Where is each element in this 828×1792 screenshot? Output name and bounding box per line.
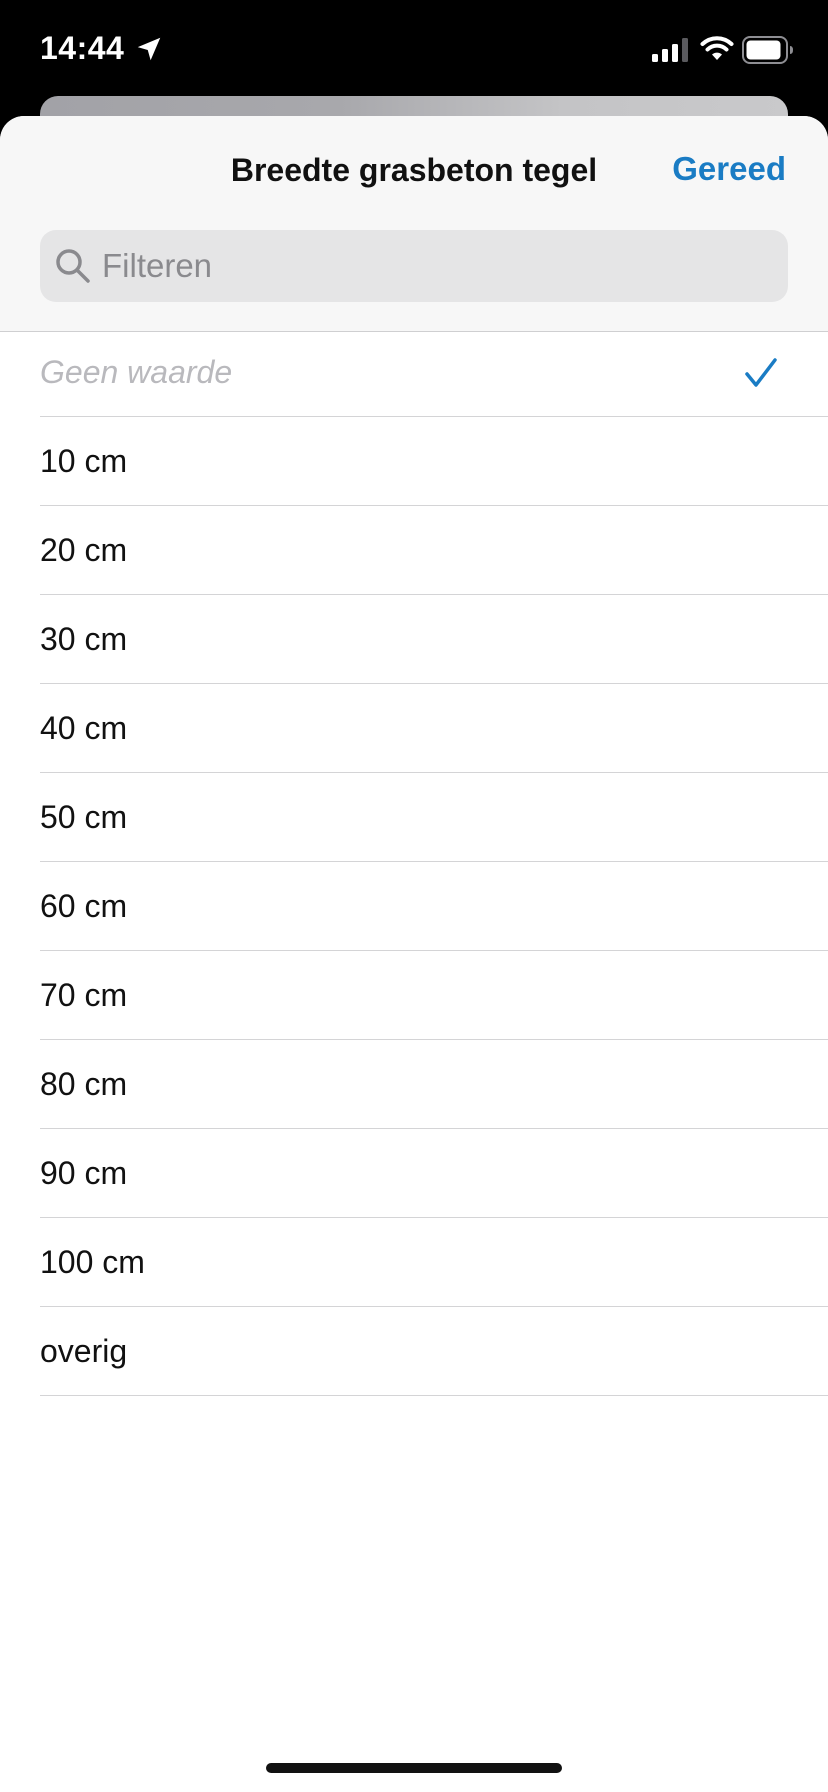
battery-icon	[742, 36, 793, 64]
picker-sheet: Breedte grasbeton tegel Gereed Geen waar…	[0, 116, 828, 1792]
option-item[interactable]: 80 cm	[40, 1040, 828, 1129]
option-label: 90 cm	[40, 1155, 128, 1191]
search-input[interactable]	[102, 230, 772, 302]
option-list: Geen waarde 10 cm 20 cm 30 cm 40 cm 50 c…	[0, 332, 828, 1396]
wifi-icon	[700, 36, 734, 60]
option-item[interactable]: 10 cm	[40, 417, 828, 506]
search-icon	[56, 249, 90, 283]
option-item[interactable]: 60 cm	[40, 862, 828, 951]
option-label: 100 cm	[40, 1244, 145, 1280]
status-bar: 14:44	[0, 0, 828, 100]
option-item[interactable]: 90 cm	[40, 1129, 828, 1218]
home-indicator[interactable]	[266, 1763, 562, 1773]
option-label: 30 cm	[40, 621, 128, 657]
cellular-signal-icon	[652, 38, 688, 62]
option-label: 80 cm	[40, 1066, 128, 1102]
option-item[interactable]: 70 cm	[40, 951, 828, 1040]
option-label: 40 cm	[40, 710, 128, 746]
option-label: 50 cm	[40, 799, 128, 835]
option-item[interactable]: 20 cm	[40, 506, 828, 595]
option-label: 60 cm	[40, 888, 128, 924]
option-item[interactable]: overig	[40, 1307, 828, 1396]
option-label: 70 cm	[40, 977, 128, 1013]
option-item[interactable]: 100 cm	[40, 1218, 828, 1307]
checkmark-icon	[745, 358, 777, 387]
screen: 14:44 Breedte grasbeton tegel Gereed Fil…	[0, 0, 828, 1792]
sheet-header: Breedte grasbeton tegel Gereed	[0, 116, 828, 332]
option-label: 20 cm	[40, 532, 128, 568]
status-time: 14:44	[40, 30, 125, 66]
location-arrow-icon	[137, 37, 161, 61]
option-label: overig	[40, 1333, 128, 1369]
search-box[interactable]	[40, 230, 788, 302]
option-none[interactable]: Geen waarde	[40, 332, 828, 417]
option-item[interactable]: 30 cm	[40, 595, 828, 684]
done-button[interactable]: Gereed	[672, 150, 786, 188]
option-label: 10 cm	[40, 443, 128, 479]
option-label: Geen waarde	[40, 354, 233, 390]
option-item[interactable]: 50 cm	[40, 773, 828, 862]
option-item[interactable]: 40 cm	[40, 684, 828, 773]
